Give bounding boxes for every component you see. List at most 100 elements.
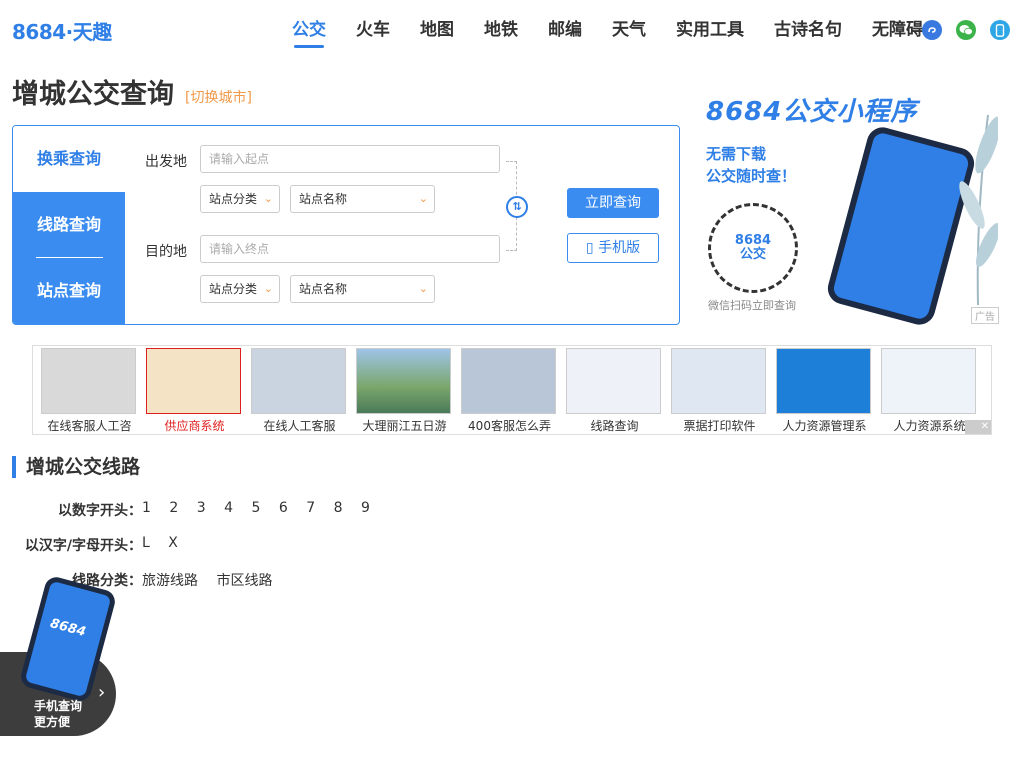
ad-item[interactable]: 人力资源管理系	[776, 348, 873, 434]
digit-link[interactable]: 2	[169, 500, 178, 516]
ad-thumbnail	[251, 348, 346, 414]
nav-accessibility[interactable]: 无障碍	[872, 17, 923, 47]
category-link[interactable]: 市区线路	[216, 573, 272, 589]
ad-item[interactable]: 人力资源系统	[881, 348, 978, 434]
digit-row-label: 以数字开头：	[58, 503, 142, 519]
qr-logo-number: 8684	[734, 233, 772, 248]
from-category-select[interactable]: 站点分类 ⌄	[200, 185, 280, 213]
digit-links: 1 2 3 4 5 6 7 8 9	[142, 500, 384, 516]
digit-link[interactable]: 5	[252, 500, 261, 516]
switch-city-link[interactable]: [切换城市]	[185, 87, 252, 107]
tab-transfer-query[interactable]: 换乘查询	[13, 126, 125, 192]
close-icon[interactable]: ✕	[965, 420, 991, 434]
letter-link[interactable]: L	[142, 535, 150, 551]
from-category-value: 站点分类	[209, 192, 258, 206]
nav-poems[interactable]: 古诗名句	[774, 17, 842, 47]
tab-line-query[interactable]: 线路查询	[13, 192, 125, 258]
digit-link[interactable]: 4	[224, 500, 233, 516]
digit-link[interactable]: 6	[279, 500, 288, 516]
nav-map[interactable]: 地图	[420, 17, 454, 47]
ad-item[interactable]: 在线人工客服	[251, 348, 348, 434]
mobile-icon[interactable]	[990, 20, 1010, 40]
ad-label: 400客服怎么弄	[468, 419, 551, 433]
ad-thumbnail	[881, 348, 976, 414]
qr-logo: 8684 公交	[735, 234, 771, 262]
banner-line1: 手机查询	[34, 699, 83, 713]
promo-title: 8684公交小程序	[706, 97, 918, 127]
ad-label: 在线客服人工咨	[47, 419, 132, 433]
to-label: 目的地	[145, 244, 187, 260]
digit-link[interactable]: 1	[142, 500, 151, 516]
nav-subway[interactable]: 地铁	[484, 17, 518, 47]
top-header: 8684·天趣 公交 火车 地图 地铁 邮编 天气 实用工具 古诗名句 无障碍	[0, 0, 1024, 60]
nav-weather[interactable]: 天气	[612, 17, 646, 47]
ad-item[interactable]: 票据打印软件	[671, 348, 768, 434]
nav-bus[interactable]: 公交	[292, 17, 326, 48]
ad-badge: 广告	[971, 307, 999, 324]
swap-icon[interactable]: ⇅	[506, 196, 528, 218]
ad-thumbnail	[41, 348, 136, 414]
ad-label: 在线人工客服	[263, 419, 336, 433]
digit-link[interactable]: 8	[334, 500, 343, 516]
to-input[interactable]: 请输入终点	[200, 235, 500, 263]
ad-label: 线路查询	[590, 419, 639, 433]
banner-text: 手机查询 更方便	[34, 698, 82, 730]
phone-logo: 8684	[48, 616, 88, 641]
lines-section-title: 增城公交线路	[12, 456, 140, 478]
site-logo[interactable]: 8684·天趣	[12, 17, 112, 44]
mini-program-icon[interactable]	[922, 20, 942, 40]
ad-item[interactable]: 400客服怎么弄	[461, 348, 558, 434]
ad-strip: 在线客服人工咨 供应商系统 在线人工客服 大理丽江五日游 400客服怎么弄 线路…	[32, 345, 992, 435]
ad-item[interactable]: 大理丽江五日游	[356, 348, 453, 434]
ad-item[interactable]: 线路查询	[566, 348, 663, 434]
banner-line2: 更方便	[34, 715, 71, 729]
ad-thumbnail	[671, 348, 766, 414]
ad-thumbnail	[461, 348, 556, 414]
ad-item[interactable]: 在线客服人工咨	[41, 348, 138, 434]
mobile-version-button[interactable]: ▯ 手机版	[567, 233, 659, 263]
ad-label: 人力资源管理系	[782, 419, 867, 433]
digit-link[interactable]: 3	[197, 500, 206, 516]
from-label: 出发地	[145, 154, 187, 170]
phone-icon: ▯	[585, 240, 594, 256]
letter-row-label: 以汉字/字母开头：	[24, 538, 142, 554]
ad-thumbnail	[356, 348, 451, 414]
wechat-icon[interactable]	[956, 20, 976, 40]
promo-subtitle-line2: 公交随时查！	[706, 167, 797, 185]
from-input[interactable]: 请输入起点	[200, 145, 500, 173]
letter-links: L X	[142, 535, 192, 551]
nav-train[interactable]: 火车	[356, 17, 390, 47]
to-category-select[interactable]: 站点分类 ⌄	[200, 275, 280, 303]
letter-link[interactable]: X	[168, 535, 178, 551]
digit-link[interactable]: 9	[361, 500, 370, 516]
to-category-value: 站点分类	[209, 282, 258, 296]
search-panel: 换乘查询 线路查询 站点查询 出发地 请输入起点 站点分类 ⌄ 站点名称 ⌄ 目…	[12, 125, 680, 325]
ad-label: 供应商系统	[164, 419, 225, 433]
plant-illustration	[959, 114, 998, 305]
to-station-value: 站点名称	[299, 282, 348, 296]
promo-subtitle-line1: 无需下载	[706, 145, 767, 163]
tab-station-query[interactable]: 站点查询	[13, 258, 125, 324]
page-title: 增城公交查询	[12, 79, 174, 110]
digit-link[interactable]: 7	[306, 500, 315, 516]
chevron-down-icon: ⌄	[418, 192, 428, 205]
query-button[interactable]: 立即查询	[567, 188, 659, 218]
phone-illustration	[824, 123, 978, 329]
promo-subtitle: 无需下载 公交随时查！	[706, 143, 796, 187]
category-links: 旅游线路 市区线路	[142, 570, 286, 590]
qr-logo-text: 公交	[739, 247, 766, 262]
from-station-select[interactable]: 站点名称 ⌄	[290, 185, 435, 213]
header-icons	[922, 20, 1024, 40]
chevron-right-icon: ›	[98, 682, 106, 703]
ad-thumbnail	[776, 348, 871, 414]
to-station-select[interactable]: 站点名称 ⌄	[290, 275, 435, 303]
nav-tools[interactable]: 实用工具	[676, 17, 744, 47]
mini-program-promo[interactable]: 8684公交小程序 无需下载 公交随时查！ 8684 公交 微信扫码立即查询 广…	[698, 85, 1006, 329]
ad-thumbnail	[566, 348, 661, 414]
nav-postcode[interactable]: 邮编	[548, 17, 582, 47]
category-link[interactable]: 旅游线路	[142, 573, 198, 589]
search-tabs: 换乘查询 线路查询 站点查询	[13, 126, 125, 324]
mobile-query-banner[interactable]: 8684 手机查询 更方便 ›	[0, 574, 118, 736]
chevron-down-icon: ⌄	[418, 282, 428, 295]
ad-item[interactable]: 供应商系统	[146, 348, 243, 434]
